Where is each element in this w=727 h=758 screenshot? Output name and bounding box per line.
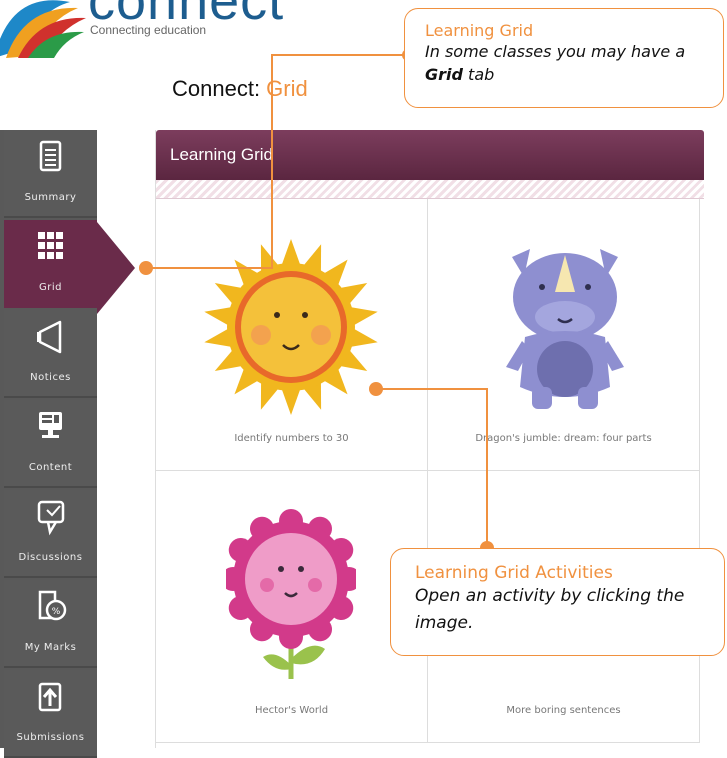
active-tab-pointer xyxy=(97,222,135,314)
callout-body: Open an activity by clicking the image. xyxy=(415,586,685,633)
activity-caption: Identify numbers to 30 xyxy=(234,433,349,444)
page-title-prefix: Connect: xyxy=(172,76,267,101)
document-icon xyxy=(39,140,62,172)
sidebar-item-label: Submissions xyxy=(16,732,85,743)
activity-caption: Dragon's jumble: dream: four parts xyxy=(475,433,652,444)
sidebar-item-discussions[interactable]: Discussions xyxy=(4,490,97,578)
sidebar-item-label: Discussions xyxy=(18,552,83,563)
sidebar-item-label: My Marks xyxy=(24,642,77,653)
callout-learning-grid: Learning Grid In some classes you may ha… xyxy=(404,8,724,108)
panel-stripe xyxy=(156,180,704,199)
activity-tile[interactable]: Identify numbers to 30 xyxy=(156,199,428,471)
callout-body-tail: tab xyxy=(462,65,495,84)
sidebar-item-submissions[interactable]: Submissions xyxy=(4,670,97,758)
activity-grid: Identify numbers to 30 Dragon's jumble: … xyxy=(156,199,704,748)
connect-logo: connect Connecting education xyxy=(0,0,320,60)
activity-tile[interactable]: Hector's World xyxy=(156,471,428,743)
rhino-image[interactable] xyxy=(500,237,630,417)
callout-body-text: In some classes you may have a xyxy=(425,42,686,61)
callout-title: Learning Grid Activities xyxy=(415,563,613,583)
activity-tile[interactable]: Dragon's jumble: dream: four parts xyxy=(428,199,700,471)
activity-caption: Hector's World xyxy=(254,705,329,716)
sidebar-item-content[interactable]: Content xyxy=(4,400,97,488)
sidebar-item-label: Summary xyxy=(24,192,77,203)
sidebar-item-notices[interactable]: Notices xyxy=(4,310,97,398)
page-title: Connect: Grid xyxy=(172,76,308,102)
sidebar-item-my-marks[interactable]: % My Marks xyxy=(4,580,97,668)
svg-text:%: % xyxy=(52,607,61,617)
sidebar-item-label: Grid xyxy=(39,282,62,293)
megaphone-icon xyxy=(37,320,62,354)
speech-bubble-icon xyxy=(37,500,65,536)
sun-image[interactable] xyxy=(201,237,381,417)
sidebar-item-summary[interactable]: Summary xyxy=(4,130,97,218)
page-title-accent: Grid xyxy=(266,76,308,101)
callout-title: Learning Grid xyxy=(425,21,534,40)
connect-logo-swirl-icon xyxy=(0,0,86,58)
panel-header: Learning Grid xyxy=(156,130,704,180)
upload-icon xyxy=(38,682,62,712)
monitor-icon xyxy=(39,412,62,438)
callout-body-bold: Grid xyxy=(425,65,463,84)
logo-tagline: Connecting education xyxy=(90,23,207,37)
panel-title: Learning Grid xyxy=(170,145,274,164)
sidebar-item-label: Notices xyxy=(30,372,71,383)
flower-image[interactable] xyxy=(226,509,356,689)
grid-icon xyxy=(38,232,63,259)
marks-icon: % xyxy=(38,590,67,621)
sidebar: Summary Grid Notices Content Discussions xyxy=(0,130,97,758)
callout-body: In some classes you may have a Grid tab xyxy=(425,40,703,86)
callout-learning-grid-activities: Learning Grid Activities Open an activit… xyxy=(390,548,725,656)
activity-caption: More boring sentences xyxy=(506,705,621,716)
sidebar-item-label: Content xyxy=(28,462,73,473)
sidebar-item-grid[interactable]: Grid xyxy=(4,220,97,308)
